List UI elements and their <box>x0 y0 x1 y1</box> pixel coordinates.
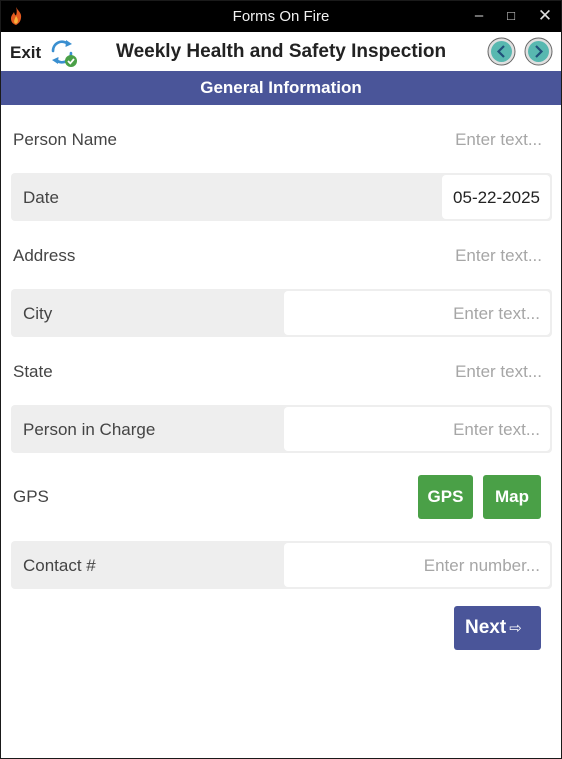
address-label: Address <box>13 246 76 265</box>
contact-placeholder: Enter number... <box>423 556 540 575</box>
app-header: Exit Weekly Health and Safety Inspection <box>1 32 561 71</box>
title-bar: Forms On Fire – □ ✕ <box>1 1 561 32</box>
contact-input[interactable]: Enter number... <box>284 543 550 587</box>
date-label: Date <box>23 188 59 207</box>
app-window: Forms On Fire – □ ✕ Exit Weekly Health a… <box>0 0 562 759</box>
city-input[interactable]: Enter text... <box>284 291 550 335</box>
state-input[interactable]: Enter text... <box>455 362 542 382</box>
contact-label: Contact # <box>23 556 96 575</box>
address-row: Address Enter text... <box>11 231 552 279</box>
exit-button[interactable]: Exit <box>10 43 41 63</box>
city-row: City Enter text... <box>11 289 552 337</box>
contact-row: Contact # Enter number... <box>11 541 552 589</box>
person-name-label: Person Name <box>13 130 117 149</box>
next-button[interactable]: Next ⇨ <box>454 606 541 650</box>
minimize-button[interactable]: – <box>468 5 490 27</box>
next-label: Next <box>465 617 507 638</box>
person-name-input[interactable]: Enter text... <box>455 130 542 150</box>
person-in-charge-row: Person in Charge Enter text... <box>11 405 552 453</box>
city-label: City <box>23 304 53 323</box>
form-title: Weekly Health and Safety Inspection <box>116 41 447 62</box>
state-row: State Enter text... <box>11 347 552 395</box>
address-input[interactable]: Enter text... <box>455 246 542 266</box>
city-placeholder: Enter text... <box>453 304 540 323</box>
person-in-charge-label: Person in Charge <box>23 420 156 439</box>
close-button[interactable]: ✕ <box>534 5 556 27</box>
gps-button[interactable]: GPS <box>418 475 473 519</box>
date-field[interactable]: 05-22-2025 <box>442 175 550 219</box>
arrow-right-icon: ⇨ <box>509 620 522 637</box>
person-in-charge-input[interactable]: Enter text... <box>284 407 550 451</box>
person-name-row: Person Name Enter text... <box>11 115 552 163</box>
state-label: State <box>13 362 53 381</box>
person-in-charge-placeholder: Enter text... <box>453 420 540 439</box>
date-value: 05-22-2025 <box>453 188 540 207</box>
next-page-icon[interactable] <box>524 37 553 66</box>
sync-check-icon[interactable] <box>46 36 78 68</box>
section-header: General Information <box>1 71 561 105</box>
maximize-button[interactable]: □ <box>500 5 522 27</box>
gps-label: GPS <box>13 487 49 506</box>
date-row: Date 05-22-2025 <box>11 173 552 221</box>
map-button[interactable]: Map <box>483 475 541 519</box>
gps-row: GPS GPS Map <box>11 475 552 519</box>
previous-page-icon[interactable] <box>487 37 516 66</box>
